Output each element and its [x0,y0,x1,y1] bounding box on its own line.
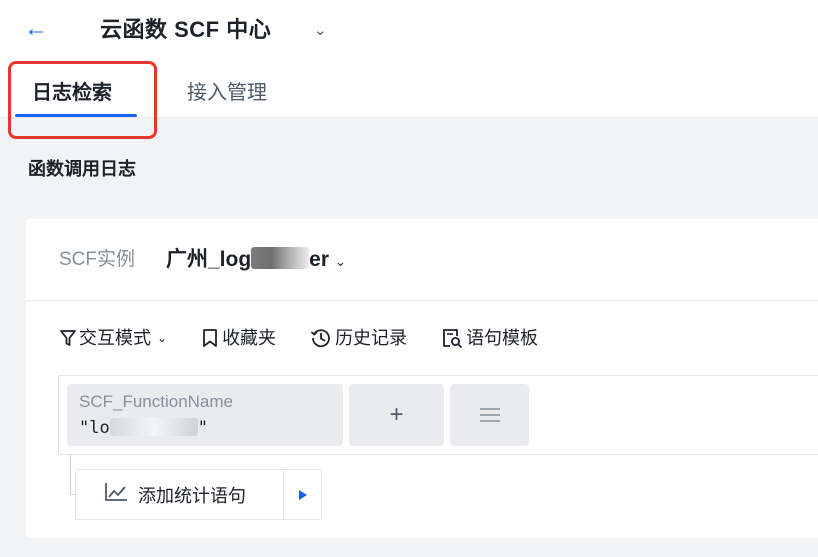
chevron-down-icon: ⌄ [157,331,168,345]
stat-label: 添加统计语句 [138,485,246,506]
stat-main[interactable]: 添加统计语句 [76,470,284,519]
history-label: 历史记录 [335,328,408,348]
instance-row: SCF实例 广州_log er ⌄ [26,219,818,301]
arrow-left-icon[interactable]: ← [24,14,48,44]
instance-value-suffix: er [309,248,330,271]
filter-chip[interactable]: SCF_FunctionName "lo " [67,384,343,446]
instance-value-prefix: 广州_log [166,248,252,271]
document-search-icon [441,327,463,349]
active-tab-indicator [15,114,137,117]
templates-label: 语句模板 [466,328,539,348]
triangle-right-icon[interactable] [284,470,321,519]
chevron-down-icon: ⌄ [335,254,346,269]
favorites-label: 收藏夹 [222,328,277,348]
templates-button[interactable]: 语句模板 [441,323,538,353]
chip-value-prefix: "lo [79,418,110,438]
add-stat-statement-button[interactable]: 添加统计语句 [75,469,322,520]
line-chart-icon [104,482,128,507]
query-toolbar: 交互模式 ⌄ 收藏夹 历史记录 语句模板 [60,323,572,353]
chip-value-suffix: " [197,418,208,438]
history-icon [310,327,332,349]
top-bar: ← 云函数 SCF 中心 ⌄ 日志检索 接入管理 [0,0,818,139]
page-title: 云函数 SCF 中心 [100,17,272,42]
section-title: 函数调用日志 [28,159,136,179]
tab-log-search[interactable]: 日志检索 [32,78,112,108]
instance-label: SCF实例 [59,249,136,270]
favorites-button[interactable]: 收藏夹 [201,323,276,353]
redacted-mask [109,418,198,436]
chip-value: "lo " [79,417,208,439]
chip-key: SCF_FunctionName [79,392,234,411]
interactive-mode-button[interactable]: 交互模式 ⌄ [60,323,167,353]
bookmark-icon [201,328,219,348]
add-condition-button[interactable]: + [349,384,444,446]
interactive-mode-label: 交互模式 [79,328,151,348]
instance-selector[interactable]: 广州_log er ⌄ [166,246,346,276]
filter-icon [60,329,76,347]
chevron-down-icon[interactable]: ⌄ [314,17,327,45]
query-builder: SCF_FunctionName "lo " + [58,375,818,455]
log-search-card: SCF实例 广州_log er ⌄ 交互模式 ⌄ 收藏夹 历史记录 语句模板 S… [26,219,818,538]
redacted-mask [251,247,310,269]
list-icon[interactable] [450,384,529,446]
history-button[interactable]: 历史记录 [310,323,407,353]
tab-access-management[interactable]: 接入管理 [187,78,267,108]
